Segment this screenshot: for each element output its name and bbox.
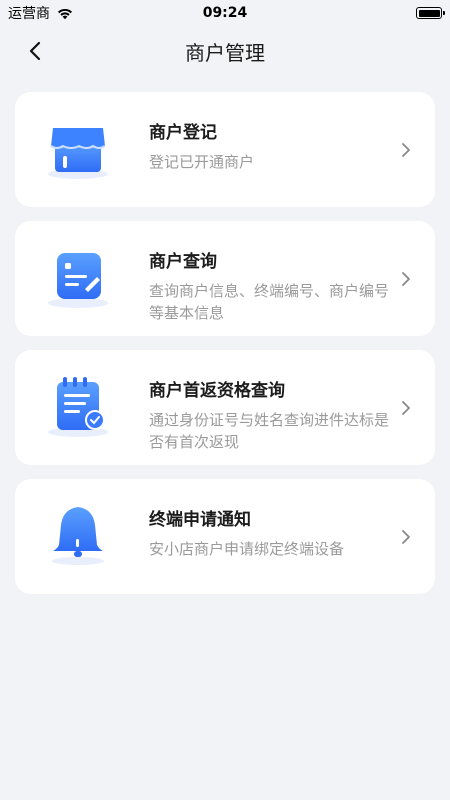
store-icon (48, 128, 108, 179)
card-text: 商户查询 查询商户信息、终端编号、商户编号等基本信息 (149, 251, 389, 324)
menu-item-terminal-notice[interactable]: 终端申请通知 安小店商户申请绑定终端设备 (15, 479, 435, 594)
bell-icon (52, 507, 104, 565)
back-button[interactable] (20, 36, 50, 66)
nav-bar: 商户管理 (0, 26, 450, 76)
page-title: 商户管理 (185, 40, 265, 65)
wifi-icon (58, 8, 72, 20)
card-text: 商户登记 登记已开通商户 (149, 122, 389, 173)
card-text: 终端申请通知 安小店商户申请绑定终端设备 (149, 509, 389, 560)
battery-level (418, 9, 440, 17)
menu-item-merchant-query[interactable]: 商户查询 查询商户信息、终端编号、商户编号等基本信息 (15, 221, 435, 336)
menu-item-desc: 通过身份证号与姓名查询进件达标是否有首次返现 (149, 411, 390, 451)
battery-icon (416, 7, 445, 19)
document-search-icon (48, 253, 108, 308)
menu-item-title: 商户查询 (149, 252, 217, 272)
menu-item-desc: 查询商户信息、终端编号、商户编号等基本信息 (149, 282, 390, 322)
chevron-left-icon (29, 41, 41, 61)
status-left: 运营商 (8, 3, 74, 23)
chevron-right-icon (402, 142, 410, 157)
chevron-right-icon (402, 271, 410, 286)
status-bar: 运营商 09:24 (0, 0, 450, 26)
menu-item-desc: 安小店商户申请绑定终端设备 (149, 540, 345, 558)
menu-item-first-rebate-query[interactable]: 商户首返资格查询 通过身份证号与姓名查询进件达标是否有首次返现 (15, 350, 435, 465)
menu-item-title: 商户首返资格查询 (149, 381, 285, 401)
chevron-right-icon (402, 529, 410, 544)
menu-item-merchant-register[interactable]: 商户登记 登记已开通商户 (15, 92, 435, 207)
chevron-right-icon (402, 400, 410, 415)
card-text: 商户首返资格查询 通过身份证号与姓名查询进件达标是否有首次返现 (149, 380, 389, 453)
menu-item-title: 商户登记 (149, 123, 217, 143)
notebook-check-icon (48, 377, 108, 437)
menu-item-title: 终端申请通知 (149, 510, 251, 530)
carrier-label: 运营商 (8, 6, 50, 22)
menu-item-desc: 登记已开通商户 (149, 153, 255, 171)
menu-list: 商户登记 登记已开通商户 商户查询 查询商户信息、终端编号、商户编号等基本信息 (15, 92, 435, 608)
